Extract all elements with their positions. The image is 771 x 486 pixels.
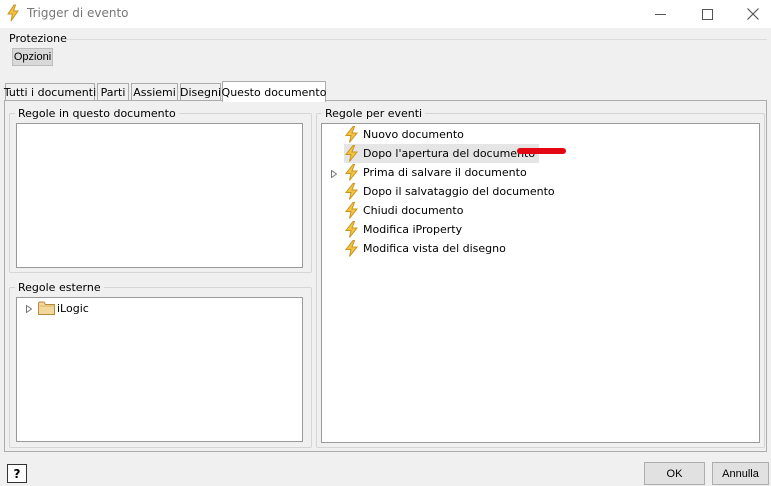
- close-icon: [747, 8, 759, 20]
- lightning-bolt-icon: [344, 126, 359, 143]
- event-label: Dopo il salvataggio del documento: [363, 185, 555, 198]
- cancel-button[interactable]: Annulla: [712, 462, 769, 485]
- event-drawing-view-change[interactable]: Modifica vista del disegno: [344, 239, 506, 258]
- lightning-bolt-icon: [344, 240, 359, 257]
- tab-assemblies[interactable]: Assiemi: [131, 83, 178, 101]
- folder-icon: [38, 301, 55, 315]
- event-label: Nuovo documento: [363, 128, 464, 141]
- external-rules-group: Regole esterne iLogic: [9, 281, 312, 448]
- lightning-bolt-icon: [344, 183, 359, 200]
- event-after-save-document[interactable]: Dopo il salvataggio del documento: [344, 182, 555, 201]
- event-label: Modifica iProperty: [363, 223, 463, 236]
- event-after-open-document[interactable]: Dopo l'apertura del documento: [344, 144, 540, 163]
- event-close-document[interactable]: Chiudi documento: [344, 201, 463, 220]
- event-rules-group: Regole per eventi Nuovo documento Dopo l…: [316, 107, 765, 448]
- expand-arrow-icon[interactable]: [330, 169, 338, 179]
- tree-item-label: iLogic: [57, 301, 89, 315]
- ok-button[interactable]: OK: [644, 462, 705, 485]
- event-label: Prima di salvare il documento: [363, 166, 527, 179]
- title-bar: Trigger di evento: [0, 0, 771, 28]
- tree-item-ilogic[interactable]: iLogic: [17, 299, 302, 318]
- lightning-bolt-icon: [344, 202, 359, 219]
- help-button[interactable]: ?: [7, 464, 27, 483]
- tab-this-document[interactable]: Questo documento: [222, 81, 326, 102]
- rules-in-document-group: Regole in questo documento: [9, 107, 312, 273]
- minimize-icon: [654, 13, 666, 15]
- lightning-bolt-icon: [7, 4, 19, 22]
- maximize-button[interactable]: [684, 0, 730, 28]
- event-label: Modifica vista del disegno: [363, 242, 506, 255]
- tab-all-documents[interactable]: Tutti i documenti: [4, 83, 96, 101]
- tab-panel: Regole in questo documento Regole estern…: [4, 100, 767, 452]
- tab-parts[interactable]: Parti: [97, 83, 129, 101]
- event-rules-legend: Regole per eventi: [322, 107, 426, 120]
- protection-separator: [62, 39, 767, 40]
- lightning-bolt-icon: [344, 164, 359, 181]
- event-label: Chiudi documento: [363, 204, 464, 217]
- rules-in-document-legend: Regole in questo documento: [15, 107, 179, 120]
- expand-arrow-icon[interactable]: [25, 304, 33, 314]
- highlight-mark: [517, 148, 566, 154]
- event-label: Dopo l'apertura del documento: [363, 147, 536, 160]
- protection-label: Protezione: [9, 32, 67, 45]
- rules-in-document-list[interactable]: [16, 123, 303, 268]
- window-title: Trigger di evento: [27, 6, 129, 20]
- minimize-button[interactable]: [637, 0, 683, 28]
- maximize-icon: [701, 8, 713, 20]
- event-new-document[interactable]: Nuovo documento: [344, 125, 464, 144]
- event-rules-tree[interactable]: Nuovo documento Dopo l'apertura del docu…: [321, 123, 760, 443]
- tab-drawings[interactable]: Disegni: [180, 83, 221, 101]
- lightning-bolt-icon: [344, 145, 359, 162]
- external-rules-legend: Regole esterne: [15, 281, 104, 294]
- event-before-save-document[interactable]: Prima di salvare il documento: [344, 163, 527, 182]
- external-rules-tree[interactable]: iLogic: [16, 297, 303, 442]
- lightning-bolt-icon: [344, 221, 359, 238]
- options-button[interactable]: Opzioni: [12, 48, 53, 66]
- close-button[interactable]: [730, 0, 771, 28]
- event-iproperty-change[interactable]: Modifica iProperty: [344, 220, 462, 239]
